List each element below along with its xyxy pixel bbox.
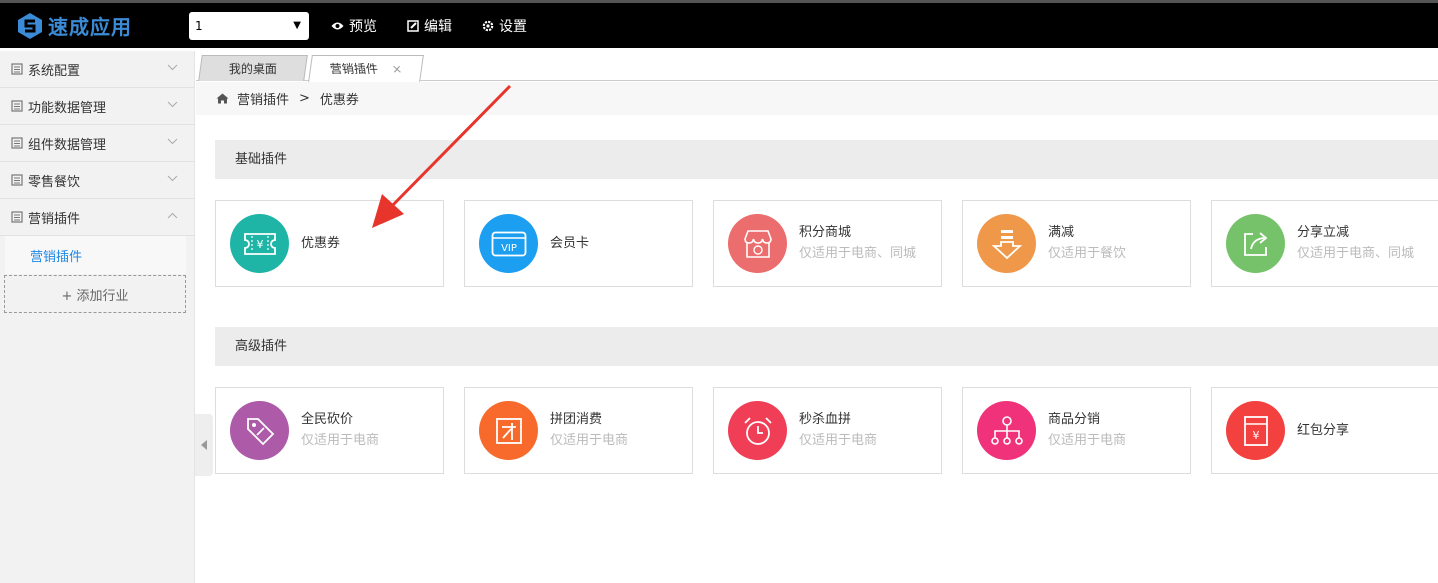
sidebar-item-label: 组件数据管理 bbox=[28, 137, 107, 153]
chevron-down-icon bbox=[167, 175, 178, 182]
edit-label: 编辑 bbox=[424, 18, 452, 35]
add-industry-button[interactable]: + 添加行业 bbox=[4, 275, 186, 313]
plugin-card-group-buy[interactable]: 拼团消费 仅适用于电商 bbox=[464, 387, 693, 474]
coupon-icon: ¥ bbox=[230, 214, 289, 273]
alarm-clock-icon bbox=[728, 401, 787, 460]
plugin-title: 商品分销 bbox=[1048, 411, 1101, 427]
preview-label: 预览 bbox=[349, 18, 377, 35]
tab-marketing-plugins[interactable]: 营销插件 × bbox=[308, 55, 424, 82]
sidebar-item-marketing-plugins[interactable]: 营销插件 bbox=[0, 199, 194, 236]
plugin-card-flash-sale[interactable]: 秒杀血拼 仅适用于电商 bbox=[713, 387, 942, 474]
plugin-subtitle: 仅适用于电商 bbox=[1048, 432, 1127, 448]
tab-desktop-label: 我的桌面 bbox=[228, 62, 277, 76]
edit-icon bbox=[407, 19, 419, 32]
home-icon[interactable] bbox=[216, 93, 229, 104]
sidebar: 系统配置 功能数据管理 组件数据管理 零售餐饮 营销插件 营销插件 + 添加行业 bbox=[0, 51, 195, 583]
eye-icon bbox=[331, 22, 344, 29]
plugin-title: 分享立减 bbox=[1297, 224, 1350, 240]
sidebar-item-component-data[interactable]: 组件数据管理 bbox=[0, 125, 194, 162]
svg-text:¥: ¥ bbox=[256, 238, 263, 251]
plugin-subtitle: 仅适用于电商、同城 bbox=[799, 245, 917, 261]
plugin-title: 拼团消费 bbox=[550, 411, 603, 427]
red-packet-icon: ¥ bbox=[1226, 401, 1285, 460]
chevron-up-icon bbox=[167, 212, 178, 219]
plugin-title: 积分商城 bbox=[799, 224, 852, 240]
preview-button[interactable]: 预览 bbox=[331, 16, 377, 36]
svg-text:VIP: VIP bbox=[501, 243, 517, 254]
logo-text: 速成应用 bbox=[48, 15, 132, 39]
sidebar-item-function-data[interactable]: 功能数据管理 bbox=[0, 88, 194, 125]
sidebar-item-system-config[interactable]: 系统配置 bbox=[0, 51, 194, 88]
caret-down-icon: ▼ bbox=[293, 19, 301, 31]
app-select[interactable]: 1 ▼ bbox=[189, 11, 309, 40]
logo[interactable]: 速成应用 bbox=[0, 11, 189, 40]
plugin-card-points-mall[interactable]: 积分商城 仅适用于电商、同城 bbox=[713, 200, 942, 287]
sidebar-collapse-handle[interactable] bbox=[195, 414, 213, 476]
document-icon bbox=[11, 137, 23, 149]
sidebar-item-retail-dining[interactable]: 零售餐饮 bbox=[0, 162, 194, 199]
breadcrumb-separator: > bbox=[299, 91, 310, 106]
plugin-title: 全民砍价 bbox=[301, 411, 354, 427]
annotation-arrow bbox=[372, 84, 512, 228]
svg-text:¥: ¥ bbox=[1252, 429, 1259, 442]
group-buy-icon bbox=[479, 401, 538, 460]
document-icon bbox=[11, 100, 23, 112]
plugin-subtitle: 仅适用于电商 bbox=[799, 432, 878, 448]
plugin-subtitle: 仅适用于电商、同城 bbox=[1297, 245, 1415, 261]
tab-marketing-label: 营销插件 bbox=[328, 62, 379, 76]
sidebar-item-label: 零售餐饮 bbox=[28, 174, 81, 190]
sidebar-item-label: 系统配置 bbox=[28, 63, 81, 79]
edit-button[interactable]: 编辑 bbox=[407, 16, 452, 36]
plugin-card-distribution[interactable]: 商品分销 仅适用于电商 bbox=[962, 387, 1191, 474]
app-select-value: 1 bbox=[195, 18, 203, 33]
price-tag-icon bbox=[230, 401, 289, 460]
chevron-down-icon bbox=[167, 101, 178, 108]
settings-button[interactable]: 设置 bbox=[482, 16, 527, 36]
shop-icon bbox=[728, 214, 787, 273]
plugin-title: 优惠券 bbox=[301, 235, 341, 251]
plugin-title: 会员卡 bbox=[550, 235, 590, 251]
sidebar-item-label: 营销插件 bbox=[28, 211, 81, 227]
sidebar-item-label: 功能数据管理 bbox=[28, 100, 107, 116]
discount-icon bbox=[977, 214, 1036, 273]
document-icon bbox=[11, 63, 23, 75]
sidebar-subitem-marketing-plugins[interactable]: 营销插件 bbox=[5, 236, 186, 274]
share-icon bbox=[1226, 214, 1285, 273]
plugin-title: 红包分享 bbox=[1297, 422, 1350, 438]
document-icon bbox=[11, 174, 23, 186]
close-icon[interactable]: × bbox=[390, 56, 404, 82]
tab-bar: 我的桌面 营销插件 × bbox=[196, 51, 1438, 82]
caret-left-icon bbox=[201, 440, 207, 450]
distribution-icon bbox=[977, 401, 1036, 460]
section-advanced-plugins-title: 高级插件 bbox=[215, 327, 1438, 366]
plugin-subtitle: 仅适用于电商 bbox=[550, 432, 629, 448]
plugin-subtitle: 仅适用于电商 bbox=[301, 432, 380, 448]
plugin-card-discount[interactable]: 满减 仅适用于餐饮 bbox=[962, 200, 1191, 287]
top-nav: 预览 编辑 设置 bbox=[331, 16, 557, 36]
chevron-down-icon bbox=[167, 138, 178, 145]
document-icon bbox=[11, 211, 23, 223]
gear-icon bbox=[482, 20, 494, 31]
plugin-title: 秒杀血拼 bbox=[799, 411, 852, 427]
chevron-down-icon bbox=[167, 64, 178, 71]
breadcrumb-parent[interactable]: 营销插件 bbox=[237, 89, 289, 108]
plugin-card-bargain[interactable]: 全民砍价 仅适用于电商 bbox=[215, 387, 444, 474]
plugin-title: 满减 bbox=[1048, 224, 1075, 240]
plugin-card-red-packet[interactable]: ¥ 红包分享 bbox=[1211, 387, 1438, 474]
settings-label: 设置 bbox=[499, 18, 527, 35]
top-bar: 速成应用 1 ▼ 预览 编辑 设置 bbox=[0, 0, 1438, 48]
logo-icon bbox=[16, 12, 44, 40]
plugin-subtitle: 仅适用于餐饮 bbox=[1048, 245, 1127, 261]
plugin-card-share-discount[interactable]: 分享立减 仅适用于电商、同城 bbox=[1211, 200, 1438, 287]
breadcrumb-current: 优惠券 bbox=[319, 93, 359, 108]
tab-desktop[interactable]: 我的桌面 bbox=[198, 55, 308, 81]
